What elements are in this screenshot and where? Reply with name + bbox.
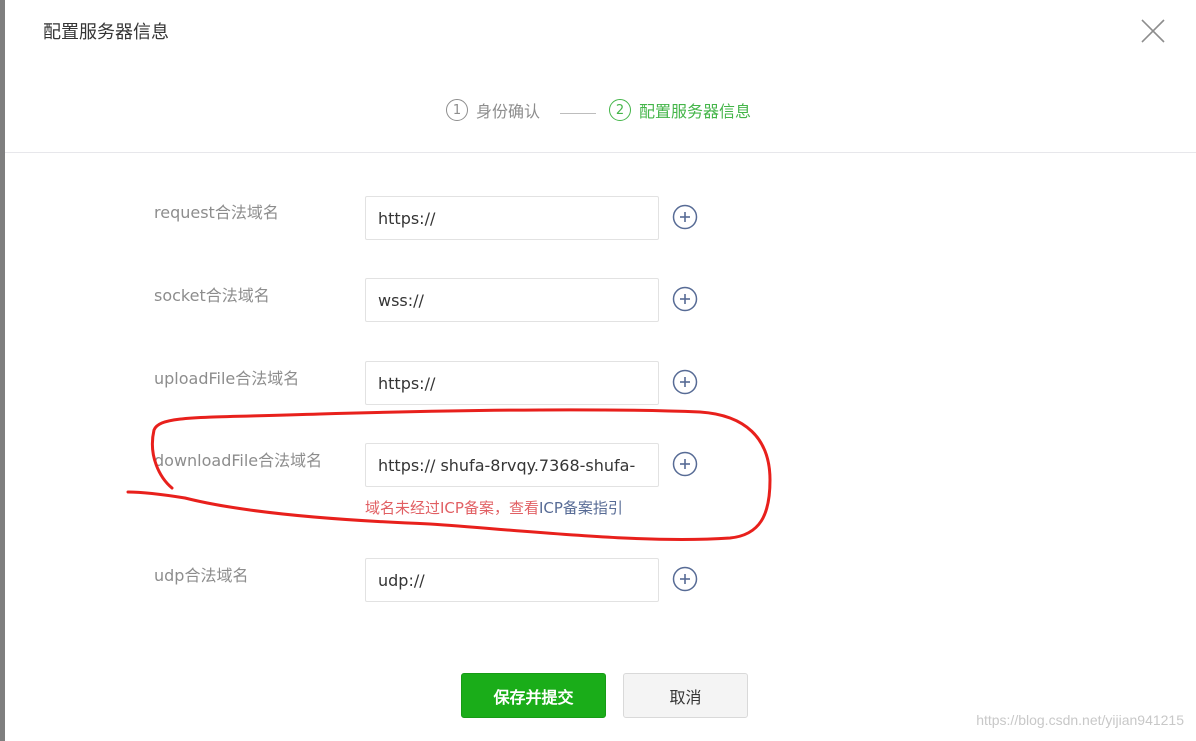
downloadfile-domain-label: downloadFile合法域名 — [154, 451, 323, 470]
step-label-1: 身份确认 — [476, 102, 541, 121]
plus-circle-icon — [672, 369, 698, 395]
header-divider — [5, 152, 1196, 153]
close-button[interactable] — [1138, 16, 1168, 46]
downloadfile-domain-input[interactable] — [365, 443, 659, 487]
plus-circle-icon — [672, 286, 698, 312]
plus-circle-icon — [672, 451, 698, 477]
add-uploadfile-domain-button[interactable] — [672, 369, 698, 395]
socket-domain-input[interactable] — [365, 278, 659, 322]
dialog-title: 配置服务器信息 — [43, 22, 169, 43]
error-text: 域名未经过ICP备案，查看 — [365, 499, 539, 517]
step-identity-confirm: 1 身份确认 — [446, 98, 540, 122]
downloadfile-error-message: 域名未经过ICP备案，查看ICP备案指引 — [365, 497, 623, 518]
watermark: https://blog.csdn.net/yijian941215 — [976, 712, 1184, 728]
save-and-submit-button[interactable]: 保存并提交 — [461, 673, 606, 718]
step-connector — [560, 113, 596, 114]
step-server-config: 2 配置服务器信息 — [609, 98, 751, 122]
plus-circle-icon — [672, 204, 698, 230]
add-request-domain-button[interactable] — [672, 204, 698, 230]
socket-domain-label: socket合法域名 — [154, 286, 270, 305]
step-number-1: 1 — [446, 99, 468, 121]
request-domain-input[interactable] — [365, 196, 659, 240]
step-label-2: 配置服务器信息 — [639, 102, 752, 121]
cancel-button[interactable]: 取消 — [623, 673, 748, 718]
add-udp-domain-button[interactable] — [672, 566, 698, 592]
add-downloadfile-domain-button[interactable] — [672, 451, 698, 477]
uploadfile-domain-input[interactable] — [365, 361, 659, 405]
udp-domain-label: udp合法域名 — [154, 566, 249, 585]
icp-guide-link[interactable]: ICP备案指引 — [539, 499, 623, 517]
step-number-2: 2 — [609, 99, 631, 121]
udp-domain-input[interactable] — [365, 558, 659, 602]
plus-circle-icon — [672, 566, 698, 592]
step-indicator: 1 身份确认 2 配置服务器信息 — [0, 98, 1196, 128]
close-icon — [1141, 19, 1165, 43]
add-socket-domain-button[interactable] — [672, 286, 698, 312]
uploadfile-domain-label: uploadFile合法域名 — [154, 369, 300, 388]
request-domain-label: request合法域名 — [154, 203, 279, 222]
